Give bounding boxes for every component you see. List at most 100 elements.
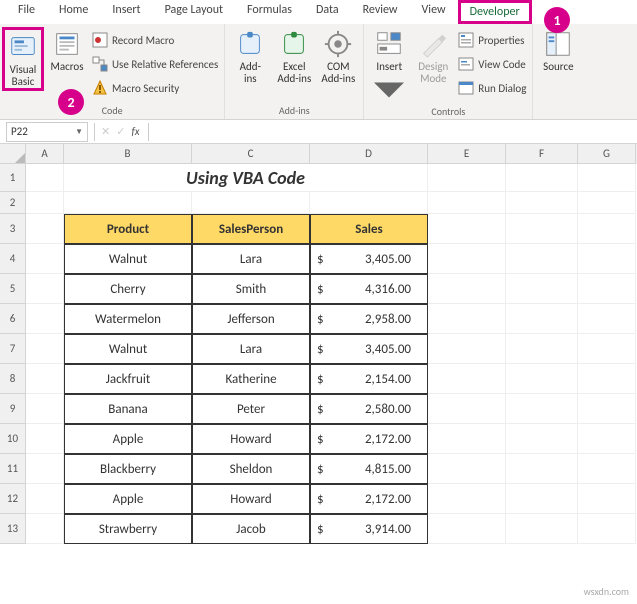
row-head-11[interactable]: 11: [0, 454, 26, 484]
cell[interactable]: [506, 364, 578, 394]
properties-button[interactable]: Properties: [456, 29, 528, 51]
cell[interactable]: [26, 514, 64, 544]
cell-sales[interactable]: $2,580.00: [310, 394, 428, 424]
cell[interactable]: [578, 192, 636, 214]
macros-button[interactable]: Macros: [46, 27, 88, 73]
cell-product[interactable]: Strawberry: [64, 514, 192, 544]
cell[interactable]: [578, 244, 636, 274]
cell[interactable]: [310, 192, 428, 214]
cell-salesperson[interactable]: Smith: [192, 274, 310, 304]
col-head-B[interactable]: B: [64, 144, 192, 164]
cell[interactable]: [64, 192, 192, 214]
cell[interactable]: [26, 394, 64, 424]
row-head-1[interactable]: 1: [0, 164, 26, 192]
excel-addins-button[interactable]: Excel Add-ins: [273, 27, 315, 85]
row-head-10[interactable]: 10: [0, 424, 26, 454]
cell[interactable]: [26, 484, 64, 514]
col-head-F[interactable]: F: [506, 144, 578, 164]
cell-salesperson[interactable]: Lara: [192, 334, 310, 364]
cell[interactable]: [26, 304, 64, 334]
source-button[interactable]: Source: [537, 27, 579, 73]
cell[interactable]: [428, 192, 506, 214]
cell[interactable]: [428, 274, 506, 304]
view-code-button[interactable]: View Code: [456, 53, 528, 75]
cell-salesperson[interactable]: Lara: [192, 244, 310, 274]
cell[interactable]: [26, 364, 64, 394]
cell[interactable]: [26, 214, 64, 244]
cell[interactable]: [428, 514, 506, 544]
col-head-C[interactable]: C: [192, 144, 310, 164]
cell[interactable]: [428, 164, 506, 192]
cell-product[interactable]: Walnut: [64, 244, 192, 274]
cell[interactable]: [506, 192, 578, 214]
addins-button[interactable]: Add- ins: [229, 27, 271, 85]
cell-product[interactable]: Apple: [64, 424, 192, 454]
cell-product[interactable]: Jackfruit: [64, 364, 192, 394]
cell[interactable]: [26, 454, 64, 484]
macro-security-button[interactable]: Macro Security: [90, 77, 220, 99]
cell[interactable]: [578, 514, 636, 544]
tab-view[interactable]: View: [410, 0, 458, 24]
cell-salesperson[interactable]: Howard: [192, 424, 310, 454]
cell-sales[interactable]: $3,405.00: [310, 244, 428, 274]
cell[interactable]: [578, 454, 636, 484]
cell-salesperson[interactable]: Katherine: [192, 364, 310, 394]
tab-file[interactable]: File: [6, 0, 47, 24]
cell[interactable]: [506, 454, 578, 484]
name-box[interactable]: P22 ▼: [6, 122, 88, 142]
cell[interactable]: [578, 334, 636, 364]
cell-product[interactable]: Blackberry: [64, 454, 192, 484]
cell-product[interactable]: Cherry: [64, 274, 192, 304]
worksheet[interactable]: ABCDEFG 1Using VBA Code23ProductSalesPer…: [0, 144, 637, 544]
tab-review[interactable]: Review: [351, 0, 410, 24]
cell[interactable]: [26, 164, 64, 192]
cell[interactable]: [428, 394, 506, 424]
cell[interactable]: [26, 334, 64, 364]
cell[interactable]: [506, 514, 578, 544]
cell[interactable]: [506, 304, 578, 334]
table-header-product[interactable]: Product: [64, 214, 192, 244]
cell-salesperson[interactable]: Sheldon: [192, 454, 310, 484]
cell-sales[interactable]: $2,172.00: [310, 484, 428, 514]
row-head-2[interactable]: 2: [0, 192, 26, 214]
tab-insert[interactable]: Insert: [100, 0, 152, 24]
cell[interactable]: [428, 484, 506, 514]
row-head-3[interactable]: 3: [0, 214, 26, 244]
row-head-4[interactable]: 4: [0, 244, 26, 274]
fx-icon[interactable]: fx: [131, 125, 139, 138]
table-header-sales[interactable]: Sales: [310, 214, 428, 244]
cell[interactable]: [26, 192, 64, 214]
row-head-6[interactable]: 6: [0, 304, 26, 334]
col-head-A[interactable]: A: [26, 144, 64, 164]
use-relative-button[interactable]: Use Relative References: [90, 53, 220, 75]
cell[interactable]: [428, 304, 506, 334]
cell[interactable]: [578, 394, 636, 424]
cell[interactable]: [192, 192, 310, 214]
col-head-G[interactable]: G: [578, 144, 636, 164]
cell[interactable]: [428, 334, 506, 364]
row-head-9[interactable]: 9: [0, 394, 26, 424]
tab-page-layout[interactable]: Page Layout: [153, 0, 235, 24]
row-head-7[interactable]: 7: [0, 334, 26, 364]
cell[interactable]: [428, 364, 506, 394]
cell-product[interactable]: Banana: [64, 394, 192, 424]
com-addins-button[interactable]: COM Add-ins: [317, 27, 359, 85]
cell-salesperson[interactable]: Jefferson: [192, 304, 310, 334]
tab-formulas[interactable]: Formulas: [235, 0, 304, 24]
cell[interactable]: [578, 304, 636, 334]
cell[interactable]: [578, 274, 636, 304]
row-head-13[interactable]: 13: [0, 514, 26, 544]
cell[interactable]: [26, 274, 64, 304]
insert-control-button[interactable]: Insert: [368, 27, 410, 105]
row-head-8[interactable]: 8: [0, 364, 26, 394]
tab-data[interactable]: Data: [304, 0, 351, 24]
col-head-D[interactable]: D: [310, 144, 428, 164]
cell-sales[interactable]: $2,958.00: [310, 304, 428, 334]
cell[interactable]: [26, 244, 64, 274]
cell[interactable]: [506, 334, 578, 364]
row-head-12[interactable]: 12: [0, 484, 26, 514]
cell[interactable]: [506, 424, 578, 454]
row-head-5[interactable]: 5: [0, 274, 26, 304]
cell-sales[interactable]: $2,172.00: [310, 424, 428, 454]
cell-product[interactable]: Watermelon: [64, 304, 192, 334]
